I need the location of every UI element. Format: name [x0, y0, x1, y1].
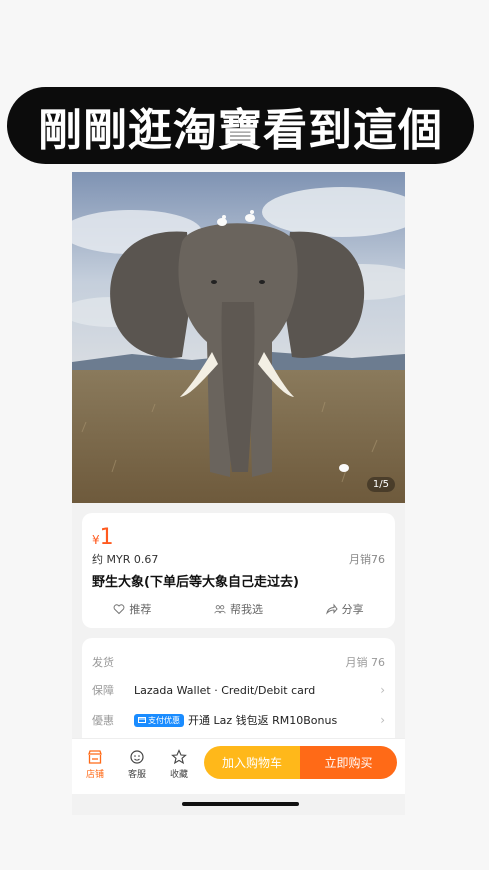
myr-price: 约 MYR 0.67: [92, 553, 159, 566]
card-icon: [138, 717, 146, 723]
service-label: 客服: [127, 770, 146, 780]
product-image[interactable]: 1/5: [72, 172, 405, 503]
recommend-label: 推荐: [129, 603, 152, 616]
people-icon: [214, 605, 226, 614]
home-indicator[interactable]: [182, 802, 299, 806]
shipping-row[interactable]: 发货 月销 76: [92, 652, 385, 672]
add-to-cart-button[interactable]: 加入购物车: [204, 746, 300, 779]
favorite-button[interactable]: 收藏: [164, 749, 194, 780]
image-counter: 1/5: [366, 477, 395, 492]
buy-now-button[interactable]: 立即购买: [300, 746, 397, 779]
help-choose-label: 帮我选: [229, 603, 263, 616]
shipping-label: 发货: [92, 656, 114, 669]
price-card: ¥1 约 MYR 0.67 月销76 野生大象(下单后等大象自己走过去) 推荐 …: [82, 513, 395, 628]
promo-text: 开通 Laz 钱包返 RM10Bonus: [188, 714, 338, 727]
chevron-right-icon: ›: [380, 683, 385, 697]
monthly-sales: 月销76: [349, 553, 385, 566]
recommend-button[interactable]: 推荐: [113, 601, 151, 617]
guarantee-label: 保障: [92, 684, 114, 697]
promo-label: 優惠: [92, 714, 114, 727]
guarantee-text: Lazada Wallet · Credit/Debit card: [134, 683, 316, 697]
heart-icon: [113, 604, 125, 615]
action-row: 推荐 帮我选 分享: [82, 601, 395, 617]
share-button[interactable]: 分享: [325, 601, 364, 617]
currency-symbol: ¥: [92, 533, 100, 547]
help-choose-button[interactable]: 帮我选: [214, 601, 263, 617]
payment-discount-badge: 支付优惠: [134, 713, 184, 727]
store-icon: [88, 750, 102, 764]
product-title: 野生大象(下单后等大象自己走过去): [92, 575, 299, 590]
payment-discount-label: 支付优惠: [148, 715, 180, 725]
service-icon: [130, 750, 144, 764]
shipping-card: 发货 月销 76 保障 Lazada Wallet · Credit/Debit…: [82, 638, 395, 748]
bottom-action-bar: 店铺 客服 收藏 加入购物车 立即购买: [72, 738, 405, 794]
star-icon: [171, 749, 187, 765]
share-label: 分享: [341, 603, 364, 616]
share-icon: [325, 603, 338, 615]
guarantee-row[interactable]: 保障 Lazada Wallet · Credit/Debit card ›: [92, 680, 385, 700]
store-label: 店铺: [85, 770, 104, 780]
chevron-right-icon: ›: [380, 713, 385, 727]
caption-text: 剛剛逛淘寶看到這個: [38, 104, 443, 156]
caption-banner: 剛剛逛淘寶看到這個: [7, 87, 474, 164]
favorite-label: 收藏: [169, 770, 188, 780]
shipping-sales: 月销 76: [345, 656, 386, 669]
customer-service-button[interactable]: 客服: [122, 749, 152, 780]
store-button[interactable]: 店铺: [80, 749, 110, 780]
elephant-photo: [72, 172, 405, 503]
promo-row[interactable]: 優惠 支付优惠 开通 Laz 钱包返 RM10Bonus ›: [92, 710, 385, 730]
price: ¥1: [92, 525, 114, 550]
price-value: 1: [99, 525, 114, 550]
phone-screen: 1/5 ¥1 约 MYR 0.67 月销76 野生大象(下单后等大象自己走过去)…: [72, 172, 405, 815]
